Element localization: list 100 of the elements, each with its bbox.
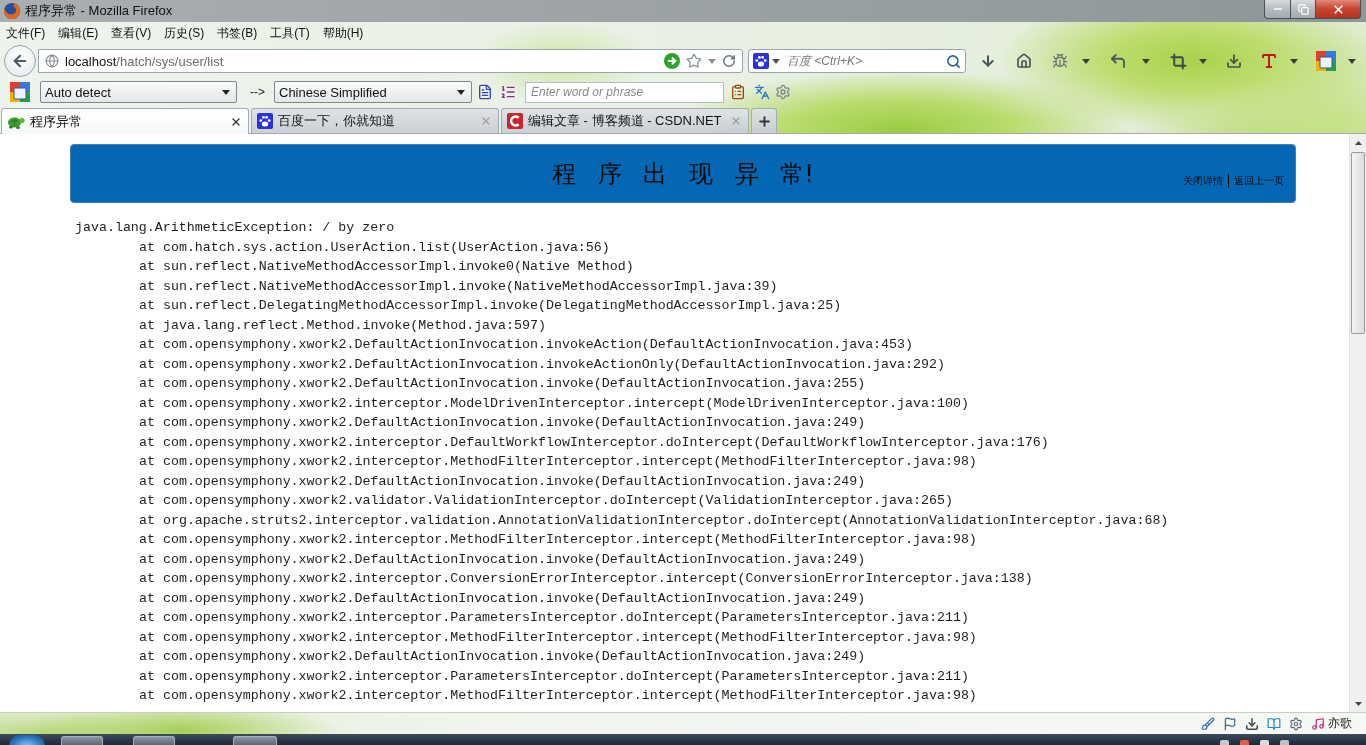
home-icon[interactable] [1016,53,1032,69]
stack-frame: at com.opensymphony.xwork2.interceptor.MethodFilterInterceptor.intercept(MethodFilterInterceptor.java:98) [139,629,977,645]
stack-frame: at com.opensymphony.xwork2.interceptor.ModelDrivenInterceptor.intercept(ModelDrivenInterceptor.java:100) [139,395,969,411]
return-arrow-icon[interactable] [1109,52,1127,70]
stack-frame: at com.opensymphony.xwork2.interceptor.ConversionErrorInterceptor.intercept(ConversionErrorInterceptor.java:138) [139,571,1033,586]
menu-item[interactable]: 历史(S) [164,24,205,42]
plus-icon [756,113,772,129]
app-logo-icon [4,3,20,19]
stack-frame: at com.opensymphony.xwork2.DefaultActionInvocation.invokeActionOnly(DefaultActionInvocation.java:292) [139,356,945,372]
restore-icon [1297,3,1309,15]
menu-item[interactable]: 工具(T) [270,24,310,42]
stack-frame: at com.opensymphony.xwork2.DefaultActionInvocation.invoke(DefaultActionInvocation.java:249) [139,649,866,664]
scrollbar[interactable] [1349,134,1366,712]
logo-icon [507,113,523,129]
download-icon[interactable] [980,53,996,69]
exception-message: java.lang.ArithmeticException: / by zero [75,220,395,235]
stack-frame: at com.opensymphony.xwork2.interceptor.MethodFilterInterceptor.intercept(MethodFilterInterceptor.java:98) [139,532,977,547]
stack-frame: at sun.reflect.DelegatingMethodAccessorImpl.invoke(DelegatingMethodAccessorImpl.java:25) [139,298,842,313]
gear-icon[interactable] [1289,716,1303,731]
source-language-select[interactable]: Auto detect [40,81,237,103]
star-icon[interactable] [686,53,702,69]
caret-icon[interactable] [1199,58,1207,64]
minimize-button[interactable] [1264,0,1291,19]
browser-tab[interactable]: 程序异常 [1,108,249,134]
browser-tab[interactable]: 百度一下，你就知道 [251,108,499,133]
stack-frame: at com.opensymphony.xwork2.validator.ValidationInterceptor.doIntercept(ValidationInterceptor.java:265) [139,493,953,508]
caret-icon[interactable] [222,89,230,95]
music-note-icon[interactable] [1311,716,1325,731]
bug-icon[interactable] [1052,53,1068,69]
start-button[interactable] [9,735,45,745]
search-bar[interactable]: 百度 <Ctrl+K> [748,49,966,73]
download-box-icon[interactable] [1226,53,1242,69]
book-icon[interactable] [1267,716,1281,731]
gear-icon[interactable] [775,84,791,100]
stack-frame: at com.opensymphony.xwork2.DefaultActionInvocation.invoke(DefaultActionInvocation.java:249) [139,415,866,430]
stack-frame: at sun.reflect.NativeMethodAccessorImpl.invoke(NativeMethodAccessorImpl.java:39) [139,278,778,294]
caret-icon[interactable] [1082,58,1090,64]
stack-frame: at com.opensymphony.xwork2.DefaultActionInvocation.invoke(DefaultActionInvocation.java:249) [139,473,866,489]
back-button[interactable] [4,45,36,77]
menu-item[interactable]: 书签(B) [217,24,258,42]
stack-frame: at com.opensymphony.xwork2.DefaultActionInvocation.invoke(DefaultActionInvocation.java:255) [139,376,866,391]
go-arrow-icon[interactable] [664,53,680,69]
window-title: 程序异常 - Mozilla Firefox [25,2,173,20]
stack-frame: at com.hatch.sys.action.UserAction.list(UserAction.java:56) [139,239,610,255]
stack-frame: at com.opensymphony.xwork2.DefaultActionInvocation.invokeAction(DefaultActionInvocation.java:453) [139,337,913,352]
caret-icon[interactable] [457,89,465,95]
menu-item[interactable]: 帮助(H) [322,24,364,42]
close-button[interactable] [1315,0,1361,19]
clipboard-icon[interactable] [730,84,746,100]
crop-icon[interactable] [1169,52,1187,70]
document-icon[interactable] [477,84,493,100]
paw-icon [257,113,273,129]
download-icon[interactable] [1245,716,1259,731]
search-field[interactable]: 百度 <Ctrl+K> [783,52,943,70]
caret-icon[interactable] [772,58,780,64]
stack-frame: at org.apache.struts2.interceptor.validation.AnnotationValidationInterceptor.doIntercept(AnnotationValidationInterceptor.java:68) [139,512,1169,528]
taskbar-button[interactable] [61,736,103,745]
tray-icon[interactable] [1260,740,1269,745]
list-icon[interactable] [500,84,516,100]
target-language-select[interactable]: Chinese Simplified [274,81,472,103]
word-field[interactable]: Enter word or phrase [525,81,724,103]
taskbar-button[interactable] [233,736,277,745]
tray-icon[interactable] [1220,740,1229,745]
stack-frame: at com.opensymphony.xwork2.interceptor.ParametersInterceptor.doIntercept(ParametersInterceptor.java:211) [139,668,969,684]
globe-icon [45,54,59,68]
tile-logo-icon[interactable] [1316,51,1336,71]
stack-frame: at com.opensymphony.xwork2.interceptor.MethodFilterInterceptor.intercept(MethodFilterInterceptor.java:98) [139,688,977,703]
caret-icon[interactable] [1142,58,1150,64]
reload-icon[interactable] [722,54,736,68]
restore-button[interactable] [1290,0,1316,19]
scroll-down-icon[interactable] [1354,701,1362,706]
scrollbar-thumb[interactable] [1351,152,1365,334]
browser-tab[interactable]: 编辑文章 - 博客频道 - CSDN.NET [501,108,749,133]
stack-frame: at sun.reflect.NativeMethodAccessorImpl.invoke0(Native Method) [139,259,634,274]
menu-item[interactable]: 编辑(E) [58,24,99,42]
paw-icon[interactable] [753,53,769,69]
stack-frame: at com.opensymphony.xwork2.interceptor.ParametersInterceptor.doIntercept(ParametersInterceptor.java:211) [139,610,969,625]
search-icon[interactable] [946,53,961,69]
caret-icon[interactable] [1290,58,1298,64]
menu-item[interactable]: 查看(V) [111,24,152,42]
brush-icon[interactable] [1201,716,1215,731]
arrow-text: --> [250,85,265,99]
close-icon [1331,2,1345,16]
scroll-up-icon[interactable] [1354,140,1362,145]
text-tool-icon[interactable] [1260,52,1278,70]
flag-icon[interactable] [1223,716,1237,731]
error-heading: 程 序 出 现 异 常! [552,158,814,190]
taskbar-button[interactable] [133,736,175,745]
stack-frame: at java.lang.reflect.Method.invoke(Method.java:597) [139,317,546,333]
translate-icon[interactable] [754,84,770,100]
stack-frame: at com.opensymphony.xwork2.interceptor.DefaultWorkflowInterceptor.doIntercept(DefaultWorkflowInterceptor.java:176) [139,434,1049,450]
caret-icon[interactable] [1348,58,1356,64]
new-tab-button[interactable] [751,108,777,133]
music-label[interactable]: 亦歌 [1328,715,1352,732]
tile-logo-icon[interactable] [10,82,30,102]
stack-frame: at com.opensymphony.xwork2.DefaultActionInvocation.invoke(DefaultActionInvocation.java:249) [139,551,866,567]
stack-frame: at com.opensymphony.xwork2.DefaultActionInvocation.invoke(DefaultActionInvocation.java:249) [139,590,866,606]
address-field[interactable]: localhost/hatch/sys/user/list [38,49,743,73]
tray-icon[interactable] [1280,740,1289,745]
menu-item[interactable]: 文件(F) [6,24,46,42]
